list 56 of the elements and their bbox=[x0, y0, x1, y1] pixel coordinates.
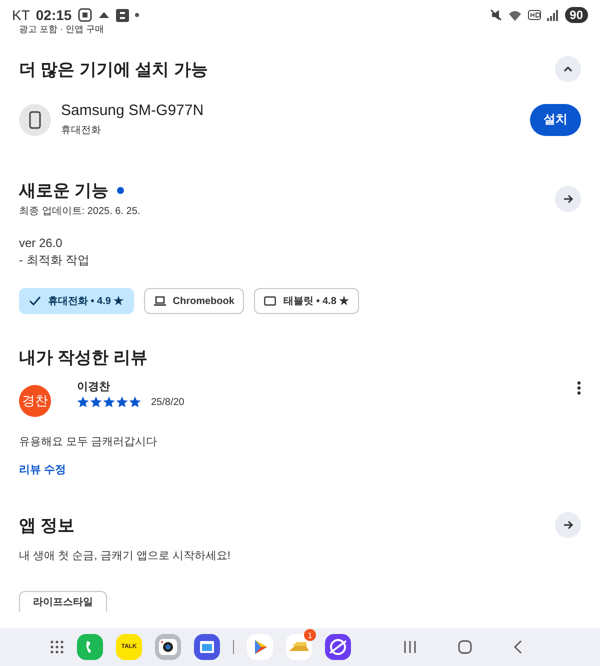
play-store-icon[interactable] bbox=[247, 634, 273, 660]
browser-app-icon[interactable] bbox=[325, 634, 351, 660]
reviewer-name: 이경찬 bbox=[77, 380, 111, 394]
battery-level: 90 bbox=[564, 7, 588, 23]
star-icon bbox=[90, 396, 102, 408]
arrow-icon bbox=[561, 518, 575, 532]
edit-review-link[interactable]: 리뷰 수정 bbox=[19, 462, 66, 477]
category-chip[interactable]: 라이프스타일 bbox=[19, 591, 107, 612]
review-text: 유용해요 모두 금캐러갑시다 bbox=[19, 435, 158, 449]
tablet-icon bbox=[264, 295, 276, 307]
release-note: - 최적화 작업 bbox=[19, 252, 91, 269]
device-filter-chip[interactable]: Chromebook bbox=[144, 288, 244, 314]
signal-icon bbox=[546, 10, 559, 20]
section-title: 새로운 기능 bbox=[19, 180, 109, 202]
carrier: KT bbox=[12, 7, 30, 23]
star-icon bbox=[103, 396, 115, 408]
app-description: 내 생애 첫 순금, 금캐기 앱으로 시작하세요! bbox=[19, 549, 232, 563]
app-icon bbox=[116, 8, 129, 22]
clock: 02:15 bbox=[36, 7, 72, 23]
check-icon bbox=[29, 295, 41, 307]
release-note: ver 26.0 bbox=[19, 235, 64, 252]
back-icon[interactable] bbox=[514, 640, 522, 654]
star-icon bbox=[129, 396, 141, 408]
screenshot-icon bbox=[78, 8, 92, 22]
wifi-icon bbox=[508, 10, 522, 20]
arrow-button[interactable] bbox=[555, 186, 581, 212]
star-icon bbox=[77, 396, 89, 408]
hd-icon bbox=[528, 10, 541, 20]
notification-badge: 1 bbox=[304, 629, 316, 641]
device-name: Samsung SM-G977N bbox=[61, 102, 205, 119]
apps-grid-icon[interactable] bbox=[50, 640, 64, 654]
user-avatar: 경찬 bbox=[19, 385, 51, 417]
review-date: 25/8/20 bbox=[151, 396, 184, 408]
star-icon bbox=[116, 396, 128, 408]
device-filter-chip[interactable]: 휴대전화 • 4.9 ★ bbox=[19, 288, 134, 314]
laptop-icon bbox=[154, 295, 166, 307]
update-date: 최종 업데이트: 2025. 6. 25. bbox=[19, 205, 140, 218]
more-options-icon[interactable] bbox=[577, 381, 581, 395]
section-title: 앱 정보 bbox=[19, 514, 75, 536]
device-type: 휴대전화 bbox=[61, 124, 102, 137]
section-title: 내가 작성한 리뷰 bbox=[19, 347, 148, 369]
collapse-button[interactable] bbox=[555, 56, 581, 82]
recent-apps-icon[interactable] bbox=[404, 640, 416, 654]
install-button[interactable]: 설치 bbox=[530, 104, 581, 136]
mute-icon bbox=[490, 9, 502, 21]
device-filter-chip[interactable]: 태블릿 • 4.8 ★ bbox=[254, 288, 360, 314]
phone-app-icon[interactable] bbox=[77, 634, 103, 660]
camera-app-icon[interactable] bbox=[155, 634, 181, 660]
home-icon[interactable] bbox=[458, 640, 472, 654]
dot-icon bbox=[134, 13, 139, 17]
arrow-button[interactable] bbox=[555, 512, 581, 538]
phone-icon bbox=[29, 110, 41, 128]
app-meta-text: 광고 포함 · 인앱 구매 bbox=[19, 24, 104, 34]
ingot-app-icon[interactable] bbox=[286, 634, 312, 660]
window-app-icon[interactable] bbox=[194, 634, 220, 660]
section-title: 더 많은 기기에 설치 가능 bbox=[19, 58, 208, 80]
